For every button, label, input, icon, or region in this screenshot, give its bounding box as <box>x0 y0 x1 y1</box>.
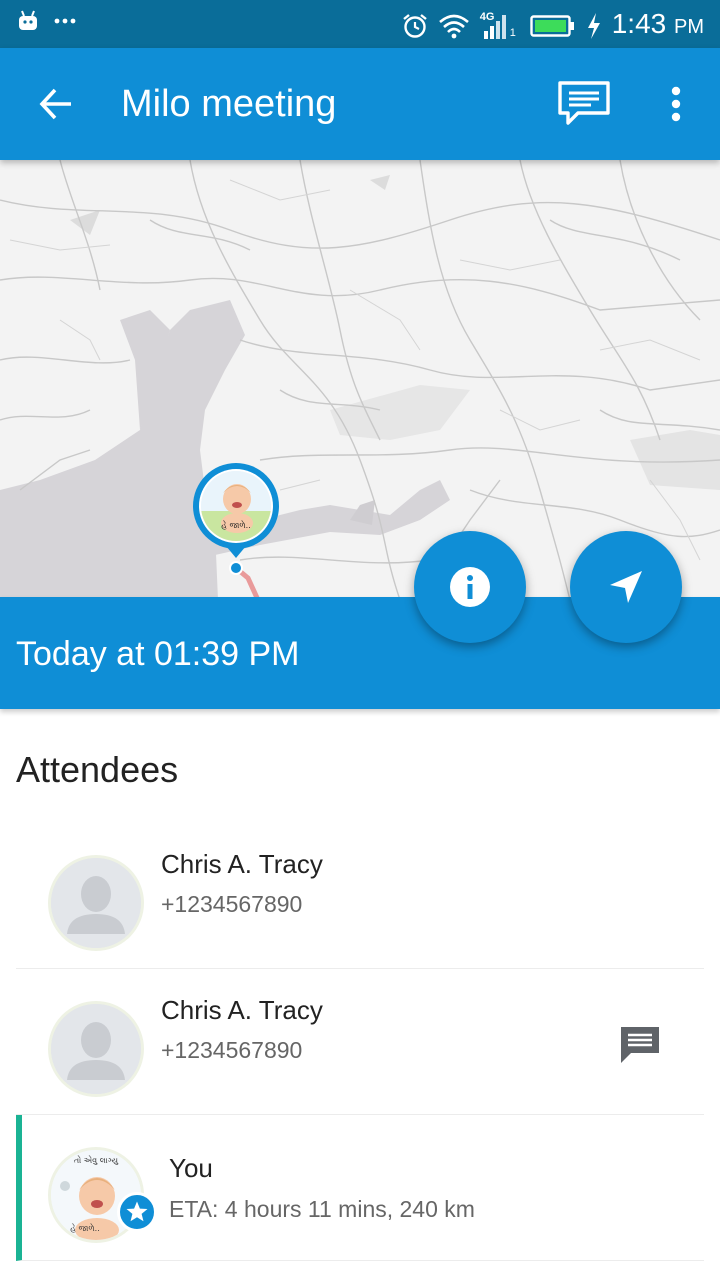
status-bar: 4G 1 1:43 PM <box>0 0 720 48</box>
attendee-name: You <box>169 1153 213 1183</box>
back-button[interactable] <box>26 76 86 132</box>
attendees-heading: Attendees <box>16 749 179 790</box>
signal-indicator: 4G 1 <box>480 11 520 41</box>
attendee-name: Chris A. Tracy <box>161 849 323 879</box>
star-icon <box>126 1201 148 1222</box>
sim-number: 1 <box>509 26 516 39</box>
navigate-button[interactable] <box>570 531 682 643</box>
status-bar-left <box>16 10 76 32</box>
marker-caption: હે જાળે.. <box>221 521 251 530</box>
status-bar-right: 4G 1 1:43 PM <box>402 6 704 45</box>
attendee-phone: +1234567890 <box>161 1037 303 1063</box>
more-vert-icon <box>671 86 681 122</box>
navigation-icon <box>610 571 642 603</box>
default-person-icon <box>51 1004 141 1094</box>
attendee-row-you[interactable]: તો એવુ લાગ્યુ હે જાળે.. You ETA: 4 hours… <box>16 1115 704 1261</box>
battery-icon <box>530 14 574 37</box>
app-bar: Milo meeting <box>0 48 720 160</box>
chat-button[interactable] <box>552 74 616 134</box>
back-arrow-icon <box>39 88 71 120</box>
wifi-icon <box>438 14 469 38</box>
marker-photo: હે જાળે.. <box>201 471 271 541</box>
page-title: Milo meeting <box>121 83 337 125</box>
attendee-phone: +1234567890 <box>161 891 303 917</box>
default-person-icon <box>51 858 141 948</box>
message-attendee-button[interactable] <box>616 1021 664 1069</box>
meeting-time: Today at 01:39 PM <box>16 635 300 673</box>
attendee-name: Chris A. Tracy <box>161 995 323 1025</box>
attendee-eta: ETA: 4 hours 11 mins, 240 km <box>169 1196 475 1222</box>
attendee-row[interactable]: Chris A. Tracy +1234567890 <box>16 969 704 1115</box>
user-location-marker[interactable]: હે જાળે.. <box>190 460 282 580</box>
info-icon <box>450 567 490 607</box>
avatar-caption-bottom: હે જાળે.. <box>70 1224 100 1233</box>
alarm-icon <box>402 13 427 38</box>
avatar <box>48 855 144 951</box>
chat-icon <box>558 81 610 125</box>
charging-icon <box>587 12 600 39</box>
more-notifications-icon <box>54 18 76 24</box>
status-clock: 1:43 PM <box>612 6 704 45</box>
avatar <box>48 1001 144 1097</box>
info-button[interactable] <box>414 531 526 643</box>
attendee-row[interactable]: Chris A. Tracy +1234567890 <box>16 823 704 969</box>
clock-ampm: PM <box>674 16 704 38</box>
clock-time: 1:43 <box>611 8 667 39</box>
avatar-caption-top: તો એવુ લાગ્યુ <box>73 1156 119 1165</box>
more-options-button[interactable] <box>656 74 696 134</box>
message-icon <box>621 1027 659 1063</box>
organizer-badge <box>117 1192 157 1232</box>
android-icon <box>19 10 37 30</box>
